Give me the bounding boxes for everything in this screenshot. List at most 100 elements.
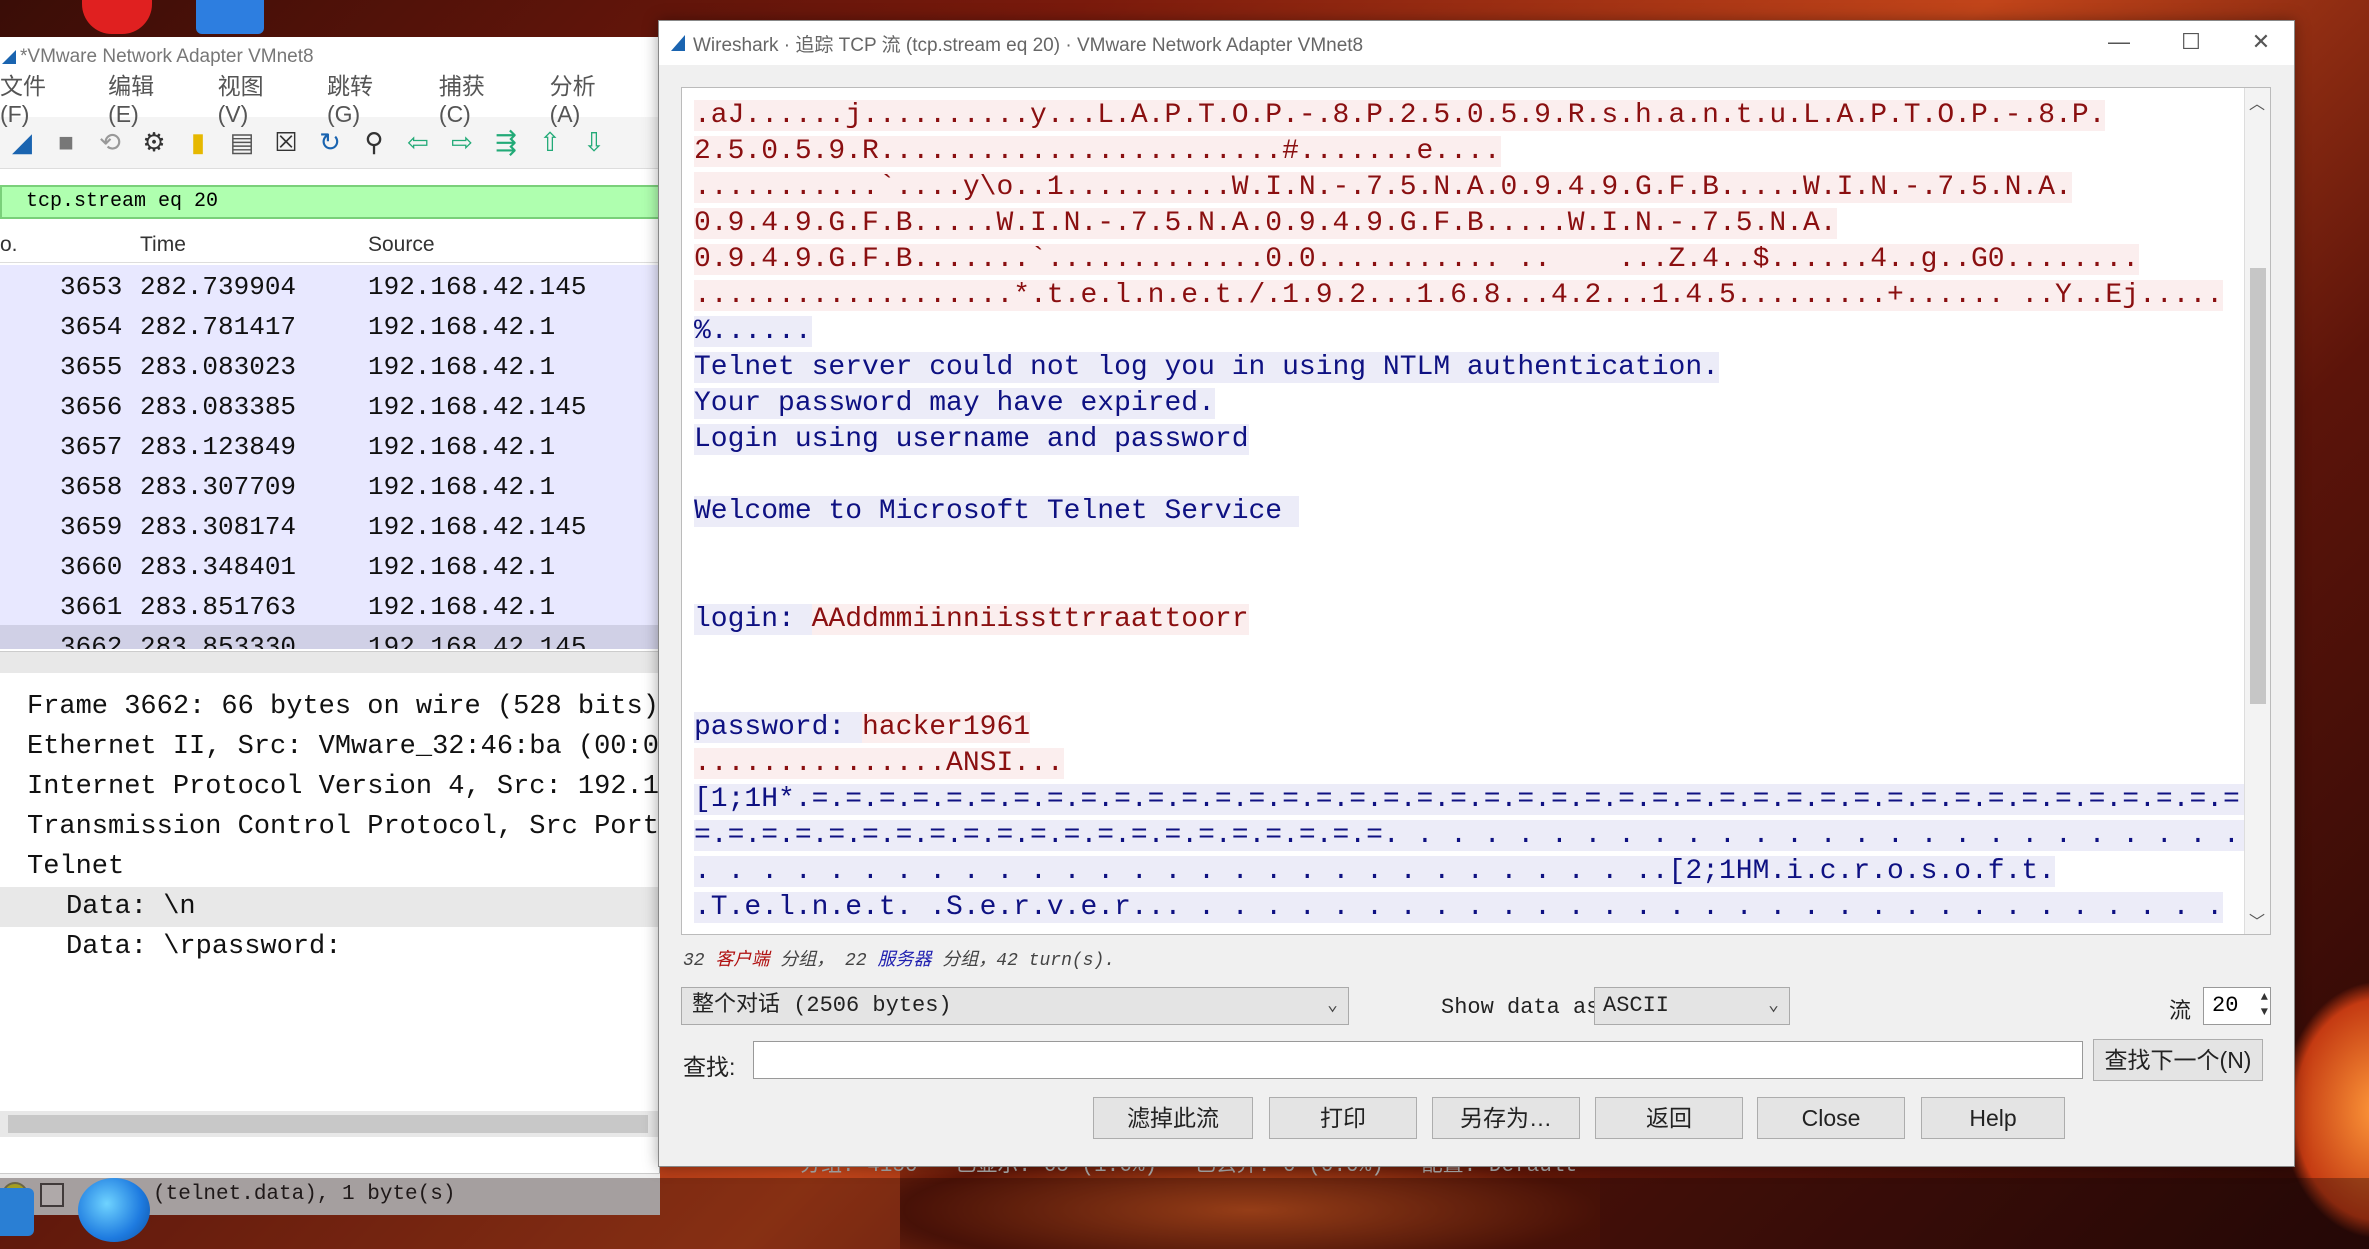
- menu-view[interactable]: 视图(V): [218, 67, 309, 128]
- open-file-icon[interactable]: ▮: [183, 127, 213, 158]
- save-file-icon[interactable]: ▤: [227, 127, 257, 158]
- stream-line: 0.9.4.9.G.F.B.......`.............0.0...…: [694, 244, 2140, 275]
- stream-line: %......: [694, 316, 812, 347]
- column-time[interactable]: Time: [140, 233, 186, 257]
- scroll-thumb[interactable]: [2250, 268, 2266, 704]
- packet-list: 3653 282.739904 192.168.42.145 3654 282.7814…: [0, 265, 660, 649]
- packet-source: 192.168.42.1: [368, 432, 556, 462]
- show-data-label: Show data as: [1441, 995, 1600, 1020]
- wireshark-fin-icon: [671, 35, 685, 51]
- packet-row[interactable]: 3662 283.853330 192.168.42.145: [0, 625, 660, 649]
- close-icon[interactable]: ✕: [2241, 29, 2281, 55]
- stream-line: Welcome to Microsoft Telnet Service: [694, 496, 1299, 527]
- file-manager-icon[interactable]: [0, 1188, 34, 1236]
- menu-go[interactable]: 跳转(G): [327, 67, 421, 128]
- packet-time: 283.123849: [140, 432, 297, 462]
- stream-content-view[interactable]: .aJ......j..........y...L.A.P.T.O.P.-.8.…: [681, 87, 2271, 935]
- packet-no: 3659: [60, 512, 123, 542]
- find-next-button[interactable]: 查找下一个(N): [2093, 1039, 2263, 1081]
- go-back-icon[interactable]: ⇦: [403, 127, 433, 158]
- wireshark-fin-icon: [2, 50, 16, 64]
- filter-out-stream-button[interactable]: 滤掉此流: [1093, 1097, 1253, 1139]
- taskbar: [0, 1178, 2369, 1249]
- packet-source: 192.168.42.145: [368, 512, 587, 542]
- stream-line: 2.5.0.5.9.R........................#....…: [694, 136, 1501, 167]
- stream-line: Telnet server could not log you in using…: [694, 352, 1719, 383]
- conversation-value: 整个对话 (2506 bytes): [692, 993, 952, 1018]
- detail-telnet-data-2[interactable]: Data: \rpassword:: [0, 927, 660, 967]
- column-no[interactable]: o.: [0, 233, 18, 257]
- packet-source: 192.168.42.145: [368, 392, 587, 422]
- detail-telnet[interactable]: Telnet: [0, 847, 660, 887]
- menu-analyze[interactable]: 分析(A): [550, 67, 641, 128]
- close-file-icon[interactable]: ☒: [271, 127, 301, 158]
- stream-line: Your password may have expired.: [694, 388, 1215, 419]
- reload-file-icon[interactable]: ↻: [315, 127, 345, 158]
- back-button[interactable]: 返回: [1595, 1097, 1743, 1139]
- packet-no: 3660: [60, 552, 123, 582]
- packet-row[interactable]: 3654 282.781417 192.168.42.1: [0, 305, 660, 345]
- packet-row[interactable]: 3655 283.083023 192.168.42.1: [0, 345, 660, 385]
- capture-options-icon[interactable]: ⚙: [139, 127, 169, 158]
- restart-capture-icon[interactable]: ⟲: [95, 127, 125, 158]
- close-button[interactable]: Close: [1757, 1097, 1905, 1139]
- dialog-title: Wireshark · 追踪 TCP 流 (tcp.stream eq 20) …: [693, 34, 1364, 56]
- packet-row[interactable]: 3653 282.739904 192.168.42.145: [0, 265, 660, 305]
- stream-line: Login using username and password: [694, 424, 1249, 455]
- go-forward-icon[interactable]: ⇨: [447, 127, 477, 158]
- scroll-down-icon[interactable]: ﹀: [2249, 908, 2265, 932]
- menu-capture[interactable]: 捕获(C): [439, 67, 532, 128]
- show-data-select[interactable]: ASCII ⌄: [1594, 987, 1790, 1025]
- stream-vscrollbar[interactable]: ︿ ﹀: [2244, 88, 2270, 934]
- spin-arrows-icon[interactable]: ▲ ▼: [2261, 990, 2268, 1020]
- packet-list-hscrollbar[interactable]: [0, 651, 660, 673]
- packet-no: 3662: [60, 632, 123, 649]
- help-button[interactable]: Help: [1921, 1097, 2065, 1139]
- wireshark-main-window: *VMware Network Adapter VMnet8 文件(F) 编辑(…: [0, 37, 660, 1215]
- save-as-button[interactable]: 另存为…: [1432, 1097, 1580, 1139]
- start-capture-icon[interactable]: ◢: [7, 127, 37, 158]
- stream-summary: 32 客户端 分组， 22 服务器 分组，42 turn(s).: [683, 951, 1116, 971]
- go-to-packet-icon[interactable]: ⇶: [491, 127, 521, 158]
- find-input[interactable]: [753, 1041, 2083, 1079]
- follow-tcp-stream-dialog: Wireshark · 追踪 TCP 流 (tcp.stream eq 20) …: [658, 20, 2295, 1167]
- packet-time: 283.307709: [140, 472, 297, 502]
- packet-row[interactable]: 3658 283.307709 192.168.42.1: [0, 465, 660, 505]
- scroll-up-icon[interactable]: ︿: [2249, 90, 2265, 114]
- stream-line: .T.e.l.n.e.t. .S.e.r.v.e.r... . . . . . …: [694, 892, 2224, 923]
- photos-app-icon[interactable]: [196, 0, 264, 34]
- packet-row[interactable]: 3660 283.348401 192.168.42.1: [0, 545, 660, 585]
- packet-time: 283.853330: [140, 632, 297, 649]
- go-first-packet-icon[interactable]: ⇧: [535, 127, 565, 158]
- conversation-select[interactable]: 整个对话 (2506 bytes) ⌄: [681, 987, 1349, 1025]
- column-source[interactable]: Source: [368, 233, 435, 257]
- detail-telnet-data-1[interactable]: Data: \n: [0, 887, 660, 927]
- detail-frame[interactable]: Frame 3662: 66 bytes on wire (528 bits): [0, 687, 660, 727]
- stop-capture-icon[interactable]: ■: [51, 127, 81, 158]
- packet-row[interactable]: 3659 283.308174 192.168.42.145: [0, 505, 660, 545]
- go-last-packet-icon[interactable]: ⇩: [579, 127, 609, 158]
- packet-row[interactable]: 3656 283.083385 192.168.42.145: [0, 385, 660, 425]
- packet-row[interactable]: 3657 283.123849 192.168.42.1: [0, 425, 660, 465]
- print-button[interactable]: 打印: [1269, 1097, 1417, 1139]
- stream-line: password: hacker1961: [694, 712, 1031, 743]
- stream-number-stepper[interactable]: 20 ▲ ▼: [2203, 987, 2271, 1025]
- menu-file[interactable]: 文件(F): [0, 67, 90, 128]
- packet-row[interactable]: 3661 283.851763 192.168.42.1: [0, 585, 660, 625]
- packet-time: 283.308174: [140, 512, 297, 542]
- details-hscrollbar[interactable]: [0, 1111, 660, 1137]
- minimize-icon[interactable]: —: [2099, 29, 2139, 55]
- maximize-icon[interactable]: ☐: [2171, 29, 2211, 55]
- edge-browser-icon[interactable]: [78, 1178, 150, 1242]
- menu-edit[interactable]: 编辑(E): [108, 67, 199, 128]
- detail-tcp[interactable]: Transmission Control Protocol, Src Port: [0, 807, 660, 847]
- show-data-value: ASCII: [1603, 993, 1670, 1018]
- stream-line: [1;1H*.=.=.=.=.=.=.=.=.=.=.=.=.=.=.=.=.=…: [694, 782, 2270, 818]
- display-filter-input[interactable]: tcp.stream eq 20: [0, 185, 660, 219]
- find-packet-icon[interactable]: ⚲: [359, 127, 389, 158]
- detail-ethernet[interactable]: Ethernet II, Src: VMware_32:46:ba (00:0: [0, 727, 660, 767]
- dialog-titlebar[interactable]: Wireshark · 追踪 TCP 流 (tcp.stream eq 20) …: [659, 21, 2294, 65]
- packet-no: 3658: [60, 472, 123, 502]
- packet-details: Frame 3662: 66 bytes on wire (528 bits) …: [0, 687, 660, 1087]
- detail-ip[interactable]: Internet Protocol Version 4, Src: 192.1: [0, 767, 660, 807]
